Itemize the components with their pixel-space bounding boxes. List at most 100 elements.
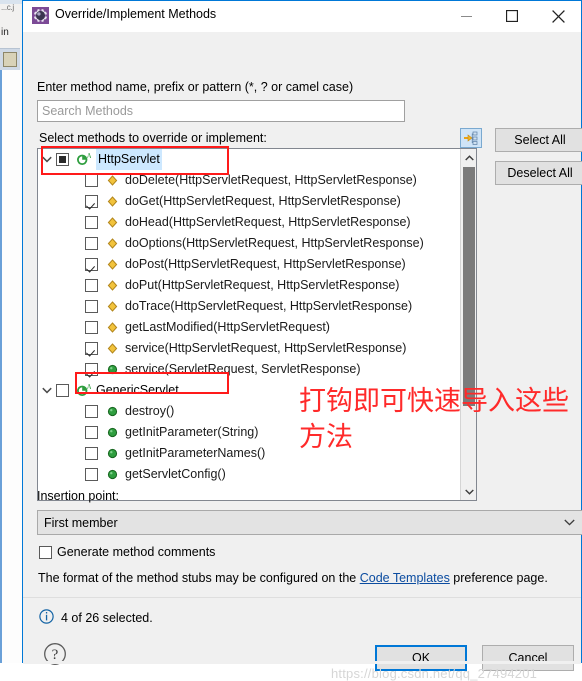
tree-method-row[interactable]: doPost(HttpServletRequest, HttpServletRe…: [38, 254, 461, 275]
method-public-icon: [104, 464, 120, 485]
link-with-editor-icon[interactable]: [460, 128, 482, 148]
tree-vertical-scrollbar[interactable]: [460, 149, 476, 500]
row-checkbox[interactable]: [85, 405, 98, 418]
row-label: HttpServlet: [96, 149, 162, 170]
row-label: doPost(HttpServletRequest, HttpServletRe…: [125, 257, 406, 271]
row-label: GenericServlet: [96, 383, 179, 397]
tree-method-row[interactable]: doHead(HttpServletRequest, HttpServletRe…: [38, 212, 461, 233]
row-label: service(ServletRequest, ServletResponse): [125, 362, 361, 376]
row-label: getLastModified(HttpServletRequest): [125, 320, 330, 334]
method-public-icon: [104, 443, 120, 464]
tree-method-row[interactable]: doPut(HttpServletRequest, HttpServletRes…: [38, 275, 461, 296]
status-text: 4 of 26 selected.: [61, 611, 153, 625]
row-checkbox[interactable]: [85, 447, 98, 460]
row-checkbox[interactable]: [85, 279, 98, 292]
chevron-down-icon: [556, 519, 582, 526]
expand-collapse-icon[interactable]: [38, 380, 56, 401]
row-label: doOptions(HttpServletRequest, HttpServle…: [125, 236, 424, 250]
status-bar: 4 of 26 selected.: [39, 609, 153, 627]
override-implement-methods-dialog: Override/Implement Methods Enter method …: [22, 0, 582, 681]
background-code-word: in: [1, 27, 9, 38]
tree-method-row[interactable]: getInitParameterNames(): [38, 443, 461, 464]
tree-method-row[interactable]: doOptions(HttpServletRequest, HttpServle…: [38, 233, 461, 254]
row-checkbox[interactable]: [85, 426, 98, 439]
select-all-button[interactable]: Select All: [495, 128, 582, 152]
row-checkbox[interactable]: [85, 174, 98, 187]
row-label: destroy(): [125, 404, 175, 418]
scroll-up-icon[interactable]: [461, 149, 476, 166]
search-input[interactable]: [37, 100, 405, 122]
tree-type-row[interactable]: A HttpServlet: [38, 149, 461, 170]
tree-method-row[interactable]: getInitParameter(String): [38, 422, 461, 443]
row-label: getServletConfig(): [125, 467, 226, 481]
dialog-title: Override/Implement Methods: [55, 7, 217, 21]
search-prompt-label: Enter method name, prefix or pattern (*,…: [37, 80, 354, 94]
ok-button[interactable]: OK: [375, 645, 467, 671]
method-protected-icon: [104, 296, 120, 317]
method-protected-icon: [104, 212, 120, 233]
row-checkbox[interactable]: [85, 300, 98, 313]
expand-collapse-icon[interactable]: [38, 149, 56, 170]
tree-type-row[interactable]: A GenericServlet: [38, 380, 461, 401]
background-editor-strip: ...c.j in: [0, 0, 22, 663]
tree-method-row[interactable]: getServletConfig(): [38, 464, 461, 485]
method-protected-icon: [104, 338, 120, 359]
format-note-after: preference page.: [449, 571, 548, 585]
dialog-titlebar: Override/Implement Methods: [23, 1, 581, 32]
divider: [23, 597, 581, 598]
row-label: getInitParameterNames(): [125, 446, 266, 460]
format-note: The format of the method stubs may be co…: [38, 571, 548, 585]
row-checkbox[interactable]: [85, 195, 98, 208]
maximize-icon[interactable]: [489, 1, 535, 31]
row-label: doPut(HttpServletRequest, HttpServletRes…: [125, 278, 400, 292]
row-label: doDelete(HttpServletRequest, HttpServlet…: [125, 173, 417, 187]
row-label: doGet(HttpServletRequest, HttpServletRes…: [125, 194, 401, 208]
generate-method-comments-label: Generate method comments: [57, 545, 216, 559]
deselect-all-button[interactable]: Deselect All: [495, 161, 582, 185]
methods-tree-list: A HttpServlet doDelete(HttpServletRequest,…: [38, 149, 461, 485]
row-checkbox[interactable]: [85, 237, 98, 250]
tree-header-label: Select methods to override or implement:: [39, 131, 267, 145]
dialog-body: Enter method name, prefix or pattern (*,…: [23, 32, 582, 681]
cancel-button[interactable]: Cancel: [482, 645, 574, 671]
tree-method-row[interactable]: doGet(HttpServletRequest, HttpServletRes…: [38, 191, 461, 212]
info-icon: [39, 609, 54, 627]
method-protected-icon: [104, 233, 120, 254]
code-templates-link[interactable]: Code Templates: [360, 571, 450, 585]
tree-scroll-thumb[interactable]: [463, 167, 475, 406]
close-icon[interactable]: [535, 1, 581, 31]
generate-method-comments-checkbox[interactable]: Generate method comments: [39, 545, 215, 559]
row-checkbox[interactable]: [85, 342, 98, 355]
row-label: doHead(HttpServletRequest, HttpServletRe…: [125, 215, 411, 229]
checkbox-box: [39, 545, 52, 559]
row-checkbox[interactable]: [56, 384, 69, 397]
method-protected-icon: [104, 170, 120, 191]
method-protected-icon: [104, 317, 120, 338]
row-checkbox[interactable]: [56, 153, 69, 166]
tree-method-row[interactable]: service(ServletRequest, ServletResponse): [38, 359, 461, 380]
tree-method-row[interactable]: doDelete(HttpServletRequest, HttpServlet…: [38, 170, 461, 191]
method-protected-icon: [104, 254, 120, 275]
eclipse-gear-icon: [32, 7, 49, 24]
insertion-point-select[interactable]: First member: [37, 510, 582, 535]
minimize-icon[interactable]: [443, 1, 489, 31]
svg-text:A: A: [86, 152, 90, 160]
tree-method-row[interactable]: doTrace(HttpServletRequest, HttpServletR…: [38, 296, 461, 317]
methods-tree[interactable]: A HttpServlet doDelete(HttpServletRequest,…: [37, 148, 477, 501]
row-checkbox[interactable]: [85, 258, 98, 271]
row-checkbox[interactable]: [85, 468, 98, 481]
scroll-down-icon[interactable]: [461, 483, 476, 500]
method-public-icon: [104, 422, 120, 443]
background-ruler-icon: [3, 52, 17, 67]
method-public-icon: [104, 359, 120, 380]
insertion-point-value: First member: [44, 515, 118, 530]
row-checkbox[interactable]: [85, 216, 98, 229]
tree-method-row[interactable]: destroy(): [38, 401, 461, 422]
tree-method-row[interactable]: service(HttpServletRequest, HttpServletR…: [38, 338, 461, 359]
row-checkbox[interactable]: [85, 363, 98, 376]
insertion-point-label: Insertion point:: [37, 489, 119, 503]
background-left-border: [0, 70, 2, 663]
row-checkbox[interactable]: [85, 321, 98, 334]
row-label: doTrace(HttpServletRequest, HttpServletR…: [125, 299, 413, 313]
tree-method-row[interactable]: getLastModified(HttpServletRequest): [38, 317, 461, 338]
